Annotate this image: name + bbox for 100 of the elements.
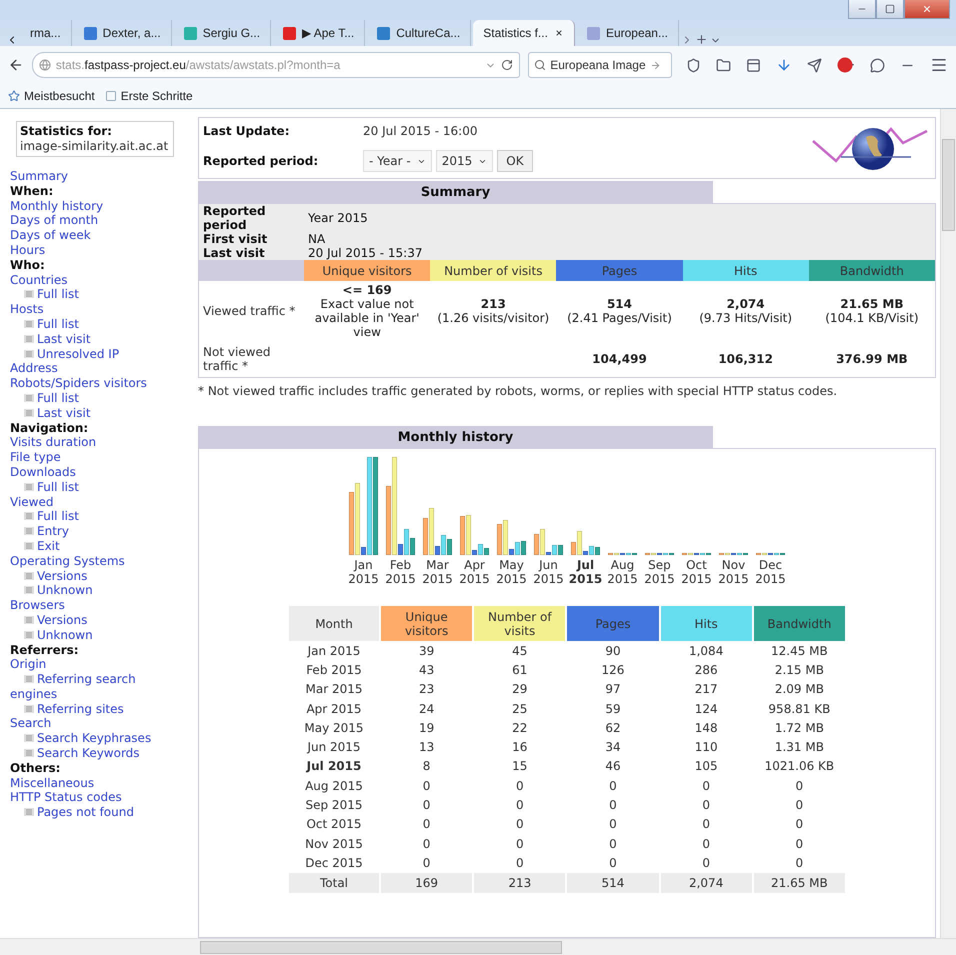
total-cell: 169: [381, 872, 472, 893]
period-select[interactable]: - Year -: [363, 150, 432, 172]
table-cell-text: 1021.06 KB: [764, 758, 836, 776]
search-field[interactable]: Europeana Image: [528, 52, 672, 78]
folder-icon[interactable]: [716, 58, 731, 72]
shield-icon[interactable]: [686, 58, 701, 72]
nav-link[interactable]: Monthly history: [10, 198, 162, 214]
nav-sublink[interactable]: Search Keywords: [10, 746, 162, 761]
nav-sublink[interactable]: Exit: [10, 538, 162, 554]
browser-tab[interactable]: Statistics f...: [473, 20, 575, 46]
url-field[interactable]: stats.fastpass-project.eu/awstats/awstats.pl?month=a: [32, 52, 520, 78]
column-header: Hits: [682, 260, 809, 281]
info-label: Reported period: [199, 204, 304, 232]
nav-sublink[interactable]: Referring sites: [10, 702, 162, 716]
nav-sublink[interactable]: Unknown: [10, 583, 162, 598]
nav-link[interactable]: File type: [10, 450, 162, 465]
nav-link[interactable]: HTTP Status codes: [10, 790, 162, 806]
month-label: Oct 2015: [681, 558, 712, 586]
nav-link[interactable]: Search: [10, 716, 162, 732]
table-cell-text: 0: [701, 854, 711, 872]
metric-value: 21.65 MB: [839, 297, 904, 311]
table-cell-text: 0: [794, 778, 804, 795]
menu-icon[interactable]: [930, 56, 948, 74]
download-icon[interactable]: [776, 57, 792, 73]
metric-value: 213: [480, 297, 507, 311]
list-icon: [24, 334, 34, 343]
nav-sublink[interactable]: Unresolved IP Address: [10, 346, 162, 376]
nav-sublink[interactable]: Entry: [10, 524, 162, 539]
table-cell-text: 0: [608, 854, 618, 872]
column-header: Bandwidth: [808, 260, 935, 281]
metric-note: Exact value not available in 'Year' view: [314, 297, 420, 339]
table-cell-text: 59: [604, 700, 622, 718]
nav-sublink[interactable]: Last visit: [10, 406, 162, 421]
nav-sublink[interactable]: Full list: [10, 390, 162, 406]
nav-link[interactable]: Countries: [10, 272, 162, 288]
total-cell: 213: [474, 872, 566, 893]
nav-sublink[interactable]: Versions: [10, 568, 162, 584]
table-cell-text: 0: [514, 797, 525, 814]
period-value-select[interactable]: 2015: [436, 150, 494, 172]
nav-sublink[interactable]: Full list: [10, 480, 162, 495]
nav-link[interactable]: Days of month: [10, 213, 162, 228]
new-tab-icon[interactable]: [694, 33, 708, 46]
table-cell-text: 46: [604, 758, 622, 776]
table-cell-text: 105: [694, 758, 719, 776]
nav-link[interactable]: Browsers: [10, 598, 162, 613]
nav-sublink[interactable]: Full list: [10, 509, 162, 524]
stats-title: Statistics for:: [20, 124, 113, 139]
table-cell-text: Sep 2015: [304, 797, 364, 814]
month-label: May 2015: [496, 558, 527, 586]
month-label: Sep 2015: [644, 558, 675, 586]
table-cell-text: 217: [694, 681, 719, 698]
list-icon: [24, 320, 34, 328]
table-cell-text: 43: [418, 662, 436, 679]
nav-link[interactable]: Miscellaneous: [10, 776, 162, 790]
nav-link[interactable]: Summary: [10, 169, 162, 184]
nav-link[interactable]: Viewed: [10, 494, 162, 510]
chat-icon[interactable]: [870, 58, 885, 72]
horizontal-scrollbar[interactable]: [0, 938, 956, 955]
send-icon[interactable]: [807, 58, 822, 72]
table-cell-text: 34: [604, 739, 622, 756]
list-icon: [24, 394, 34, 402]
table-cell-text: 0: [422, 836, 432, 853]
table-cell-text: 61: [511, 662, 528, 679]
window-icon[interactable]: [746, 58, 761, 72]
nav-sublink[interactable]: Pages not found: [10, 805, 162, 820]
nav-sublink[interactable]: Last visit: [10, 332, 162, 347]
maximize-button[interactable]: [876, 0, 904, 19]
nav-link[interactable]: Robots/Spiders visitors: [10, 376, 162, 391]
bookmark-link[interactable]: Meistbesucht: [8, 89, 95, 103]
nav-link[interactable]: Visits duration: [10, 435, 162, 450]
month-label: Dec 2015: [755, 558, 786, 586]
nav-sublink[interactable]: Unknown: [10, 628, 162, 642]
last-update-value: 20 Jul 2015 - 16:00: [363, 124, 478, 138]
list-icon: [24, 734, 34, 742]
vertical-scrollbar[interactable]: [940, 109, 956, 938]
bookmark-link[interactable]: Erste Schritte: [104, 89, 193, 103]
nav-link[interactable]: Downloads: [10, 464, 162, 480]
nav-link[interactable]: Days of week: [10, 228, 162, 243]
ok-button[interactable]: OK: [497, 150, 533, 172]
nav-sublink[interactable]: Referring search engines: [10, 672, 162, 702]
nav-link[interactable]: Operating Systems: [10, 554, 162, 569]
reload-icon[interactable]: [501, 59, 514, 71]
nav-heading: Who:: [10, 258, 46, 273]
list-icon: [24, 408, 34, 417]
list-icon: [24, 290, 34, 298]
list-icon: [24, 572, 34, 580]
metric-value: <= 169: [341, 283, 393, 297]
nav-sublink[interactable]: Search Keyphrases: [10, 731, 162, 746]
nav-link[interactable]: Hours: [10, 242, 162, 258]
go-arrow-icon[interactable]: [650, 60, 661, 70]
nav-link[interactable]: Origin: [10, 657, 162, 672]
table-cell-text: 13: [418, 739, 436, 756]
month-label: Jan 2015: [348, 558, 379, 586]
nav-sublink[interactable]: Versions: [10, 612, 162, 628]
table-cell-text: 0: [794, 854, 804, 872]
table-cell-text: 126: [600, 662, 626, 679]
nav-sublink[interactable]: Full list: [10, 287, 162, 302]
table-cell-text: 62: [604, 720, 622, 737]
nav-link[interactable]: Hosts: [10, 302, 162, 317]
nav-sublink[interactable]: Full list: [10, 316, 162, 332]
